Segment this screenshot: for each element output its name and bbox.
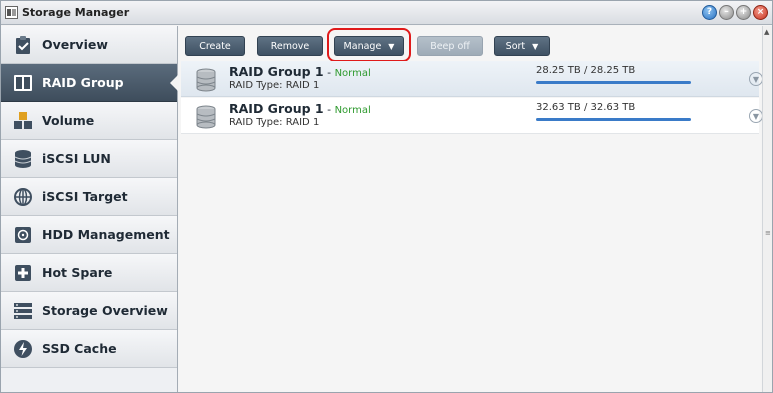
storage-manager-window: Storage Manager ? – + × Overview RAID Gr…: [0, 0, 773, 393]
sidebar-item-storage-overview[interactable]: Storage Overview: [1, 292, 177, 330]
sidebar-item-label: SSD Cache: [42, 341, 117, 356]
window-title: Storage Manager: [22, 6, 130, 19]
sidebar-item-volume[interactable]: Volume: [1, 102, 177, 140]
minus-icon: –: [724, 7, 729, 17]
maximize-button[interactable]: +: [736, 5, 751, 20]
sidebar-item-label: Hot Spare: [42, 265, 113, 280]
sidebar-item-iscsi-lun[interactable]: iSCSI LUN: [1, 140, 177, 178]
vertical-scrollbar[interactable]: ▲ ≡: [762, 26, 772, 392]
plus-icon: +: [739, 7, 748, 17]
expand-chevron-icon[interactable]: ▼: [749, 109, 763, 123]
help-button[interactable]: ?: [702, 5, 717, 20]
raid-group-name-line: RAID Group 1 - Normal: [229, 101, 371, 116]
sidebar-item-label: Volume: [42, 113, 95, 128]
raid-group-name: RAID Group 1: [229, 101, 324, 116]
question-icon: ?: [706, 7, 713, 17]
volume-icon: [12, 110, 34, 132]
status-text: Normal: [334, 68, 371, 79]
raid-group-name-line: RAID Group 1 - Normal: [229, 64, 371, 79]
clipboard-icon: [12, 34, 34, 56]
manage-highlight-box: [327, 28, 411, 62]
sidebar-item-hot-spare[interactable]: Hot Spare: [1, 254, 177, 292]
raid-type: RAID Type: RAID 1: [229, 117, 320, 128]
sort-button[interactable]: Sort ▼: [494, 36, 550, 56]
raid-group-icon: [12, 72, 34, 94]
window-controls: ? – + ×: [702, 5, 768, 20]
capacity-bar-fill: [536, 81, 691, 84]
sidebar-item-label: iSCSI LUN: [42, 151, 111, 166]
raid-group-row[interactable]: RAID Group 1 - Normal RAID Type: RAID 1 …: [181, 61, 763, 97]
minimize-button[interactable]: –: [719, 5, 734, 20]
storage-overview-icon: [12, 300, 34, 322]
sidebar: Overview RAID Group Volume iSCSI LUN iSC…: [1, 26, 178, 392]
name-separator: -: [323, 103, 335, 116]
scroll-grip-icon: ≡: [765, 229, 771, 237]
expand-chevron-icon[interactable]: ▼: [749, 72, 763, 86]
sidebar-item-label: Storage Overview: [42, 303, 168, 318]
sidebar-item-label: iSCSI Target: [42, 189, 128, 204]
sidebar-item-label: HDD Management: [42, 227, 170, 242]
sidebar-item-label: RAID Group: [42, 75, 124, 90]
title-bar: Storage Manager ? – + ×: [1, 1, 772, 25]
create-button-label: Create: [199, 40, 231, 52]
hot-spare-icon: [12, 262, 34, 284]
capacity-bar: [536, 81, 691, 84]
capacity-bar-fill: [536, 118, 691, 121]
capacity-text: 28.25 TB / 28.25 TB: [536, 65, 636, 76]
sidebar-item-label: Overview: [42, 37, 108, 52]
hdd-icon: [12, 224, 34, 246]
close-button[interactable]: ×: [753, 5, 768, 20]
disk-stack-icon: [196, 105, 216, 129]
disk-stack-icon: [196, 68, 216, 92]
toolbar: Create Remove Manage ▼ Beep off Sort ▼: [179, 26, 761, 62]
remove-button-label: Remove: [270, 40, 310, 52]
name-separator: -: [323, 66, 335, 79]
raid-group-name: RAID Group 1: [229, 64, 324, 79]
sidebar-item-overview[interactable]: Overview: [1, 26, 177, 64]
sidebar-item-iscsi-target[interactable]: iSCSI Target: [1, 178, 177, 216]
database-icon: [12, 148, 34, 170]
beep-off-button[interactable]: Beep off: [417, 36, 483, 56]
main-panel: Create Remove Manage ▼ Beep off Sort ▼ R…: [179, 26, 763, 392]
remove-button[interactable]: Remove: [257, 36, 323, 56]
status-text: Normal: [334, 105, 371, 116]
globe-icon: [12, 186, 34, 208]
scroll-up-arrow-icon[interactable]: ▲: [764, 28, 769, 36]
active-indicator-arrow: [170, 75, 178, 91]
sort-button-label: Sort: [505, 40, 526, 52]
caret-down-icon: ▼: [532, 41, 539, 51]
sidebar-item-ssd-cache[interactable]: SSD Cache: [1, 330, 177, 368]
raid-group-row[interactable]: RAID Group 1 - Normal RAID Type: RAID 1 …: [181, 98, 763, 134]
sidebar-item-hdd-management[interactable]: HDD Management: [1, 216, 177, 254]
storage-manager-app-icon: [5, 6, 18, 19]
close-icon: ×: [756, 7, 765, 17]
beep-off-button-label: Beep off: [430, 40, 470, 52]
capacity-bar: [536, 118, 691, 121]
lightning-icon: [12, 338, 34, 360]
sidebar-item-raid-group[interactable]: RAID Group: [1, 64, 178, 102]
raid-type: RAID Type: RAID 1: [229, 80, 320, 91]
capacity-text: 32.63 TB / 32.63 TB: [536, 102, 636, 113]
create-button[interactable]: Create: [185, 36, 245, 56]
